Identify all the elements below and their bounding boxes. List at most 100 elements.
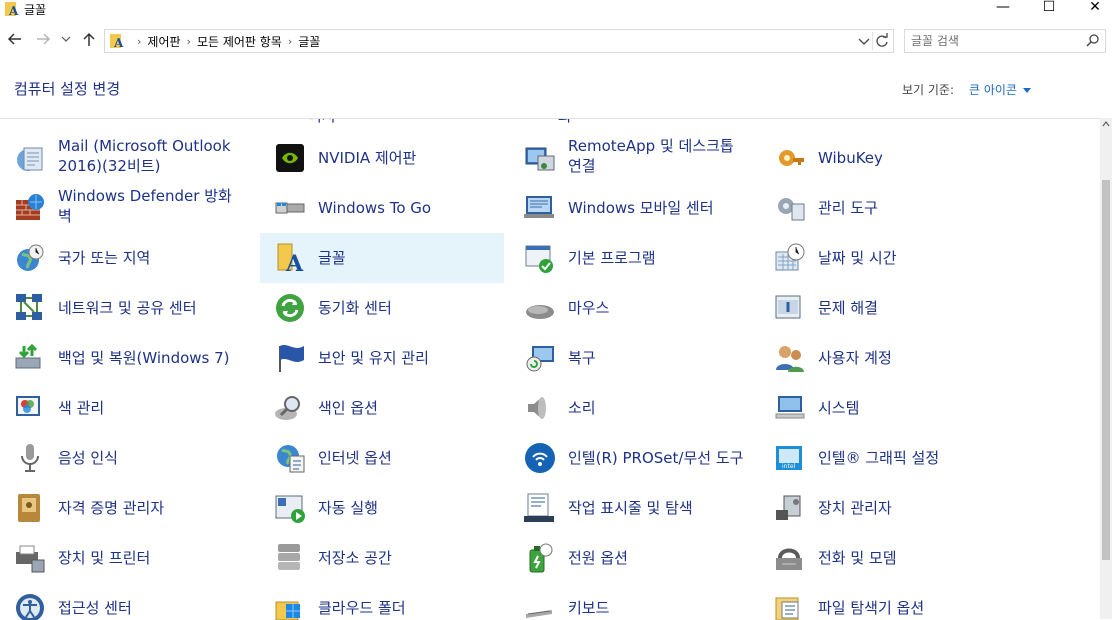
control-panel-item-label[interactable]: 음성 인식	[58, 448, 240, 468]
control-panel-item[interactable]: 인터넷 옵션	[260, 433, 504, 483]
control-panel-item[interactable]: 클라우드 폴더	[260, 583, 504, 620]
clipped-item-icon[interactable]	[20, 118, 46, 123]
control-panel-item[interactable]: Windows To Go	[260, 183, 504, 233]
control-panel-item[interactable]: 장치 관리자	[760, 483, 1004, 533]
control-panel-item-label[interactable]: 보안 및 유지 관리	[318, 348, 500, 368]
control-panel-item[interactable]: 자격 증명 관리자	[0, 483, 244, 533]
address-bar[interactable]: A › 제어판 › 모든 제어판 항목 › 글꼴	[104, 29, 894, 53]
control-panel-item[interactable]: 전원 옵션	[510, 533, 754, 583]
up-arrow-icon[interactable]	[80, 30, 98, 48]
clipped-item-icon[interactable]	[270, 118, 296, 123]
control-panel-item[interactable]: Mail (Microsoft Outlook 2016)(32비트)	[0, 133, 244, 183]
control-panel-item[interactable]: NVIDIA 제어판	[260, 133, 504, 183]
search-icon[interactable]	[1085, 33, 1101, 49]
breadcrumb-separator-icon[interactable]: ›	[137, 35, 141, 48]
minimize-button[interactable]: —	[980, 0, 1026, 20]
control-panel-item[interactable]: 전화 및 모뎀	[760, 533, 1004, 583]
control-panel-item[interactable]: 음성 인식	[0, 433, 244, 483]
control-panel-item[interactable]: 자동 실행	[260, 483, 504, 533]
control-panel-item[interactable]: Windows Defender 방화벽	[0, 183, 244, 233]
clipped-item-icon[interactable]	[520, 118, 546, 123]
control-panel-item[interactable]: RemoteApp 및 데스크톱 연결	[510, 133, 754, 183]
control-panel-item-label[interactable]: NVIDIA 제어판	[318, 148, 500, 168]
clipped-item-icon[interactable]	[768, 118, 798, 123]
control-panel-item-label[interactable]: 파일 탐색기 옵션	[818, 598, 1000, 618]
control-panel-item-label[interactable]: 색 관리	[58, 398, 240, 418]
control-panel-item-label[interactable]: 문제 해결	[818, 298, 1000, 318]
control-panel-item-label[interactable]: 마우스	[568, 298, 750, 318]
control-panel-item[interactable]: 장치 및 프린터	[0, 533, 244, 583]
control-panel-item[interactable]: 시스템	[760, 383, 1004, 433]
control-panel-item[interactable]: 국가 또는 지역	[0, 233, 244, 283]
control-panel-item-label[interactable]: 날짜 및 시간	[818, 248, 1000, 268]
control-panel-item[interactable]: 저장소 공간	[260, 533, 504, 583]
control-panel-item-label[interactable]: 시스템	[818, 398, 1000, 418]
control-panel-item[interactable]: 작업 표시줄 및 탐색	[510, 483, 754, 533]
control-panel-item-label[interactable]: 전원 옵션	[568, 548, 750, 568]
control-panel-item-label[interactable]: 접근성 센터	[58, 598, 240, 618]
control-panel-item[interactable]: 백업 및 복원(Windows 7)	[0, 333, 244, 383]
refresh-icon[interactable]	[872, 32, 891, 50]
control-panel-item-label[interactable]: Mail (Microsoft Outlook 2016)(32비트)	[58, 136, 240, 176]
control-panel-item[interactable]: 색인 옵션	[260, 383, 504, 433]
control-panel-item[interactable]: Windows 모바일 센터	[510, 183, 754, 233]
breadcrumb-separator-icon[interactable]: ›	[187, 35, 191, 48]
control-panel-item[interactable]: 소리	[510, 383, 754, 433]
control-panel-item[interactable]: 네트워크 및 공유 센터	[0, 283, 244, 333]
maximize-button[interactable]: ☐	[1026, 0, 1072, 20]
control-panel-item-label[interactable]: 전화 및 모뎀	[818, 548, 1000, 568]
control-panel-item-label[interactable]: 인텔(R) PROSet/무선 도구	[568, 448, 750, 468]
control-panel-item[interactable]: A 글꼴	[260, 233, 504, 283]
scroll-up-arrow-icon[interactable]	[1102, 120, 1110, 128]
forward-arrow-icon[interactable]	[34, 30, 52, 48]
control-panel-item-label[interactable]: 사용자 계정	[818, 348, 1000, 368]
search-box[interactable]	[904, 29, 1106, 53]
control-panel-item[interactable]: 문제 해결	[760, 283, 1004, 333]
control-panel-item-label[interactable]: RemoteApp 및 데스크톱 연결	[568, 136, 750, 176]
control-panel-item-label[interactable]: 클라우드 폴더	[318, 598, 500, 618]
control-panel-item-label[interactable]: 국가 또는 지역	[58, 248, 240, 268]
control-panel-item[interactable]: 마우스	[510, 283, 754, 333]
control-panel-item[interactable]: 동기화 센터	[260, 283, 504, 333]
control-panel-item-label[interactable]: Windows Defender 방화벽	[58, 186, 240, 226]
control-panel-item[interactable]: 기본 프로그램	[510, 233, 754, 283]
control-panel-item-label[interactable]: 자동 실행	[318, 498, 500, 518]
control-panel-item-label[interactable]: 백업 및 복원(Windows 7)	[58, 348, 240, 368]
control-panel-item[interactable]: 복구	[510, 333, 754, 383]
control-panel-item-label[interactable]: 동기화 센터	[318, 298, 500, 318]
scrollbar-thumb[interactable]	[1102, 180, 1110, 560]
control-panel-item-label[interactable]: 장치 관리자	[818, 498, 1000, 518]
clipped-item-label[interactable]: 디지	[308, 119, 336, 125]
control-panel-item-label[interactable]: 저장소 공간	[318, 548, 500, 568]
view-by-value[interactable]: 큰 아이콘	[969, 83, 1017, 97]
close-button[interactable]: ✕	[1072, 0, 1112, 20]
control-panel-item-label[interactable]: 기본 프로그램	[568, 248, 750, 268]
control-panel-item[interactable]: WibuKey	[760, 133, 1004, 183]
breadcrumb-fonts[interactable]: 글꼴	[298, 33, 320, 50]
recent-locations-chevron-icon[interactable]	[60, 30, 72, 48]
dropdown-caret-icon[interactable]	[1022, 88, 1031, 93]
control-panel-item[interactable]: 사용자 계정	[760, 333, 1004, 383]
control-panel-item[interactable]: 접근성 센터	[0, 583, 244, 620]
control-panel-item-label[interactable]: 관리 도구	[818, 198, 1000, 218]
control-panel-item-label[interactable]: Windows 모바일 센터	[568, 198, 750, 218]
control-panel-item[interactable]: 파일 탐색기 옵션	[760, 583, 1004, 620]
control-panel-item-label[interactable]: 장치 및 프린터	[58, 548, 240, 568]
control-panel-item[interactable]: 관리 도구	[760, 183, 1004, 233]
control-panel-item-label[interactable]: 인텔® 그래픽 설정	[818, 448, 1000, 468]
control-panel-item-label[interactable]: 인터넷 옵션	[318, 448, 500, 468]
control-panel-item[interactable]: 날짜 및 시간	[760, 233, 1004, 283]
control-panel-item-label[interactable]: 글꼴	[318, 248, 500, 268]
search-input[interactable]	[911, 32, 1071, 50]
control-panel-item[interactable]: 보안 및 유지 관리	[260, 333, 504, 383]
control-panel-item-label[interactable]: WibuKey	[818, 148, 1000, 168]
back-arrow-icon[interactable]	[6, 30, 24, 48]
vertical-scrollbar[interactable]	[1100, 118, 1112, 619]
control-panel-item[interactable]: 색 관리	[0, 383, 244, 433]
view-by-dropdown[interactable]: 큰 아이콘	[969, 81, 1031, 98]
control-panel-item[interactable]: 키보드	[510, 583, 754, 620]
breadcrumb-control-panel[interactable]: 제어판	[147, 33, 180, 50]
control-panel-item-label[interactable]: 키보드	[568, 598, 750, 618]
breadcrumb-separator-icon[interactable]: ›	[288, 35, 292, 48]
control-panel-item[interactable]: intel 인텔® 그래픽 설정	[760, 433, 1004, 483]
